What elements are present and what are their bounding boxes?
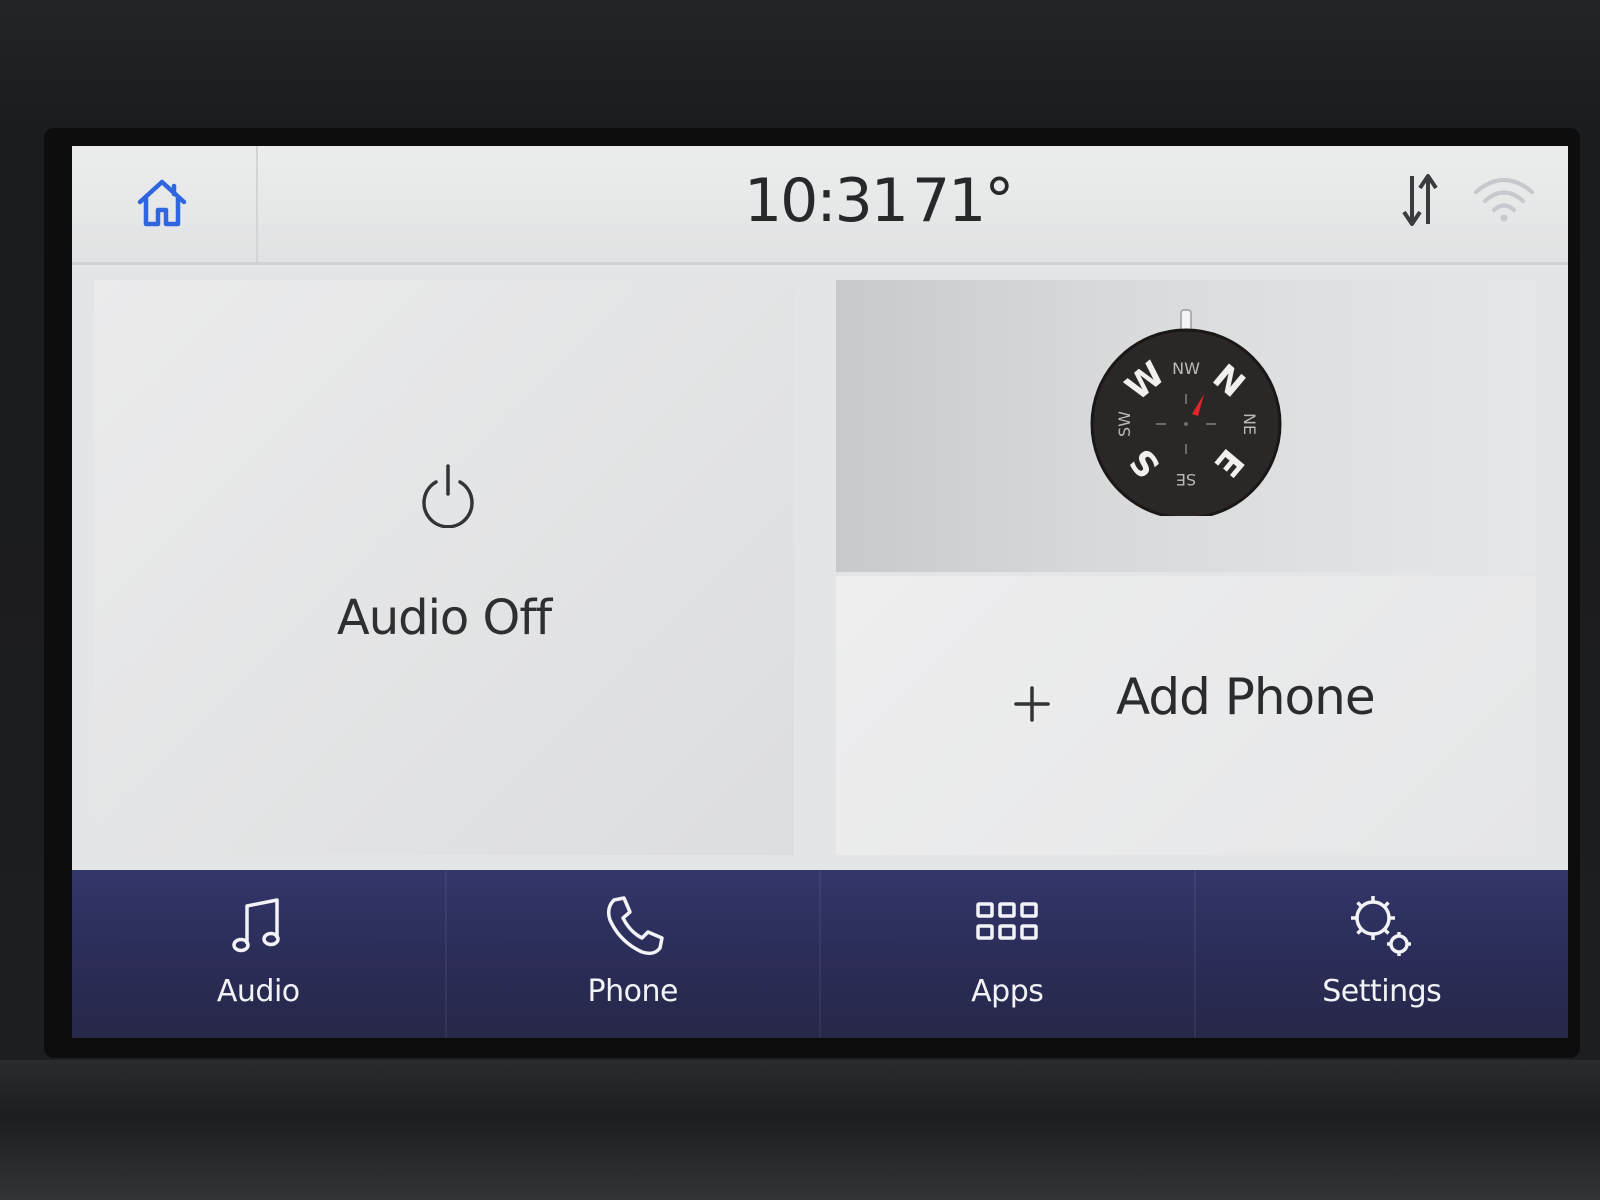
nav-item-apps[interactable]: Apps: [821, 870, 1196, 1038]
nav-item-audio[interactable]: Audio: [72, 870, 447, 1038]
nav-label-settings: Settings: [1322, 974, 1442, 1009]
compass-label-ne: NE: [1240, 413, 1259, 435]
outside-temperature: 71°: [912, 166, 1014, 236]
audio-tile[interactable]: Audio Off: [94, 280, 794, 855]
nav-label-apps: Apps: [971, 974, 1044, 1009]
status-bar: 10:31 71°: [72, 146, 1568, 265]
home-icon: [137, 179, 187, 227]
nav-label-audio: Audio: [216, 974, 300, 1009]
compass-label-sw: SW: [1115, 411, 1134, 437]
audio-status-label: Audio Off: [336, 590, 552, 646]
data-transfer-icon: [1402, 174, 1438, 226]
clock: 10:31: [744, 166, 909, 236]
music-note-icon: [232, 898, 280, 953]
bezel-lower-lip: [0, 1060, 1600, 1200]
infotainment-screen: 10:31 71° Audio Off NW N NE E SE S SW W …: [72, 146, 1568, 1038]
add-phone-label: Add Phone: [1116, 668, 1376, 726]
nav-item-phone[interactable]: Phone: [446, 870, 821, 1038]
apps-grid-icon: [976, 902, 1038, 940]
bottom-nav-bar: Audio Phone Apps Settings: [72, 870, 1568, 1038]
nav-item-settings[interactable]: Settings: [1195, 870, 1568, 1038]
compass-icon: NW N NE E SE S SW W: [1090, 309, 1282, 516]
compass-tile: NW N NE E SE S SW W: [836, 280, 1536, 572]
power-icon: [422, 464, 474, 528]
plus-icon: [1014, 686, 1050, 722]
compass-label-se: SE: [1176, 470, 1196, 489]
nav-label-phone: Phone: [587, 974, 679, 1009]
home-button[interactable]: [72, 146, 258, 262]
compass-label-nw: NW: [1172, 359, 1200, 378]
phone-icon: [606, 896, 664, 956]
add-phone-tile[interactable]: Add Phone: [836, 576, 1536, 855]
gears-icon: [1350, 896, 1411, 956]
wifi-icon: [1474, 178, 1534, 222]
